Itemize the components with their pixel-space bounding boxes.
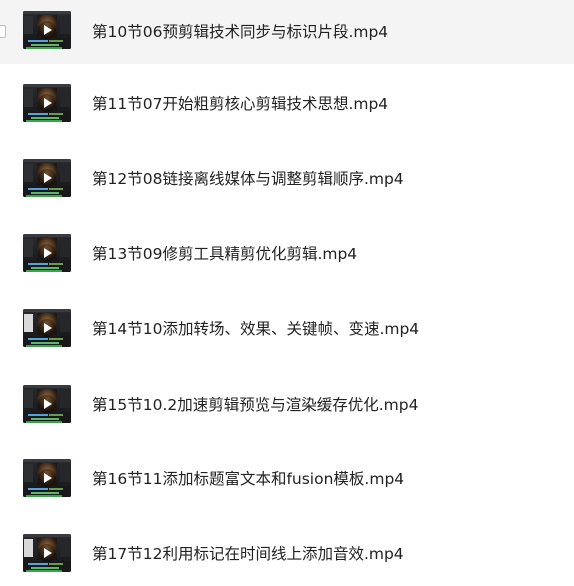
file-row-7[interactable]: 第16节11添加标题富文本和fusion模板.mp4	[0, 447, 574, 511]
file-row-5[interactable]: 第14节10添加转场、效果、关键帧、变速.mp4	[0, 297, 574, 361]
row-checkbox[interactable]	[0, 25, 6, 38]
file-name[interactable]: 第10节06预剪辑技术同步与标识片段.mp4	[92, 0, 388, 64]
video-thumbnail[interactable]	[23, 459, 71, 497]
file-name[interactable]: 第14节10添加转场、效果、关键帧、变速.mp4	[92, 297, 419, 361]
file-name[interactable]: 第12节08链接离线媒体与调整剪辑顺序.mp4	[92, 147, 404, 211]
play-icon	[38, 319, 56, 337]
file-row-2[interactable]: 第11节07开始粗剪核心剪辑技术思想.mp4	[0, 72, 574, 136]
file-row-1[interactable]: 第10节06预剪辑技术同步与标识片段.mp4	[0, 0, 574, 64]
play-icon	[38, 544, 56, 562]
video-thumbnail[interactable]	[23, 84, 71, 122]
file-row-4[interactable]: 第13节09修剪工具精剪优化剪辑.mp4	[0, 222, 574, 286]
video-thumbnail[interactable]	[23, 234, 71, 272]
file-name[interactable]: 第17节12利用标记在时间线上添加音效.mp4	[92, 522, 404, 586]
video-thumbnail[interactable]	[23, 385, 71, 423]
play-icon	[38, 169, 56, 187]
play-icon	[38, 469, 56, 487]
file-row-3[interactable]: 第12节08链接离线媒体与调整剪辑顺序.mp4	[0, 147, 574, 211]
file-name[interactable]: 第16节11添加标题富文本和fusion模板.mp4	[92, 447, 404, 511]
file-row-6[interactable]: 第15节10.2加速剪辑预览与渲染缓存优化.mp4	[0, 373, 574, 437]
play-icon	[38, 21, 56, 39]
play-icon	[38, 94, 56, 112]
file-name[interactable]: 第15节10.2加速剪辑预览与渲染缓存优化.mp4	[92, 373, 418, 437]
play-icon	[38, 395, 56, 413]
play-icon	[38, 244, 56, 262]
file-row-8[interactable]: 第17节12利用标记在时间线上添加音效.mp4	[0, 522, 574, 586]
file-list: 第10节06预剪辑技术同步与标识片段.mp4 第11节07开始粗剪核心剪辑技术思…	[0, 0, 574, 586]
video-thumbnail[interactable]	[23, 309, 71, 347]
file-name[interactable]: 第11节07开始粗剪核心剪辑技术思想.mp4	[92, 72, 388, 136]
video-thumbnail[interactable]	[23, 159, 71, 197]
file-name[interactable]: 第13节09修剪工具精剪优化剪辑.mp4	[92, 222, 357, 286]
video-thumbnail[interactable]	[23, 11, 71, 49]
video-thumbnail[interactable]	[23, 534, 71, 572]
